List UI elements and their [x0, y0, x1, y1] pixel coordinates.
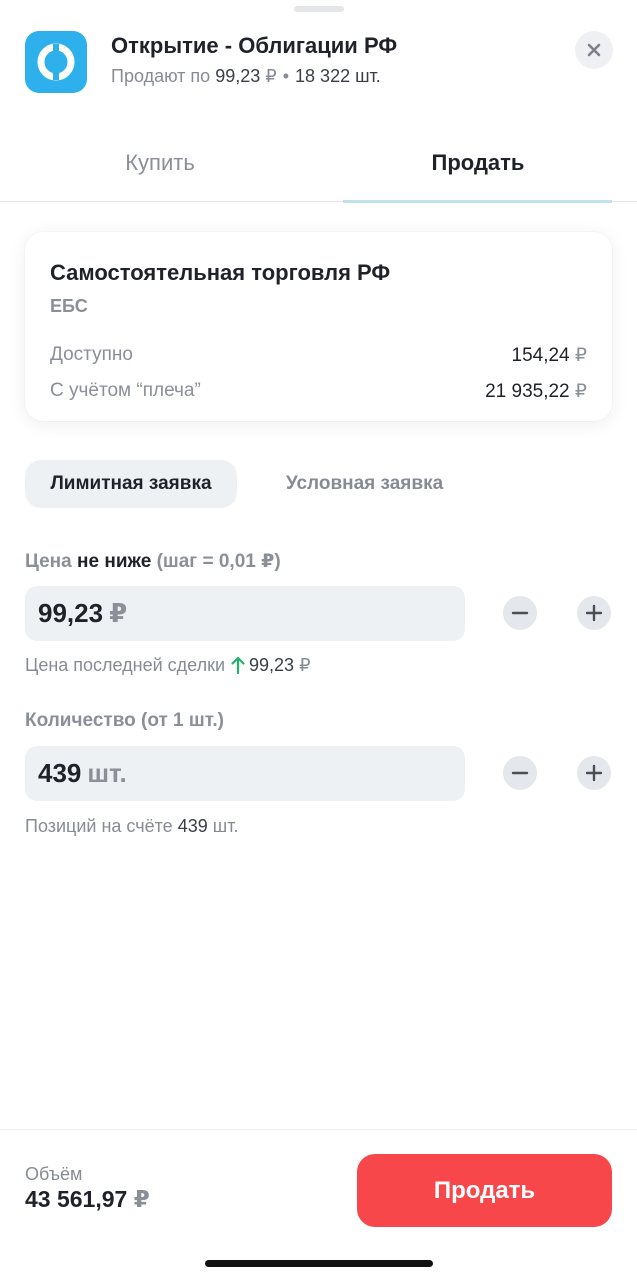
sell-button[interactable]: Продать — [357, 1154, 612, 1227]
quantity-input-value: 439 — [38, 758, 82, 788]
price-label-strong: не ниже — [77, 551, 152, 572]
price-label: Цена не ниже (шаг = 0,01 ₽) — [25, 550, 281, 573]
trade-tabs: Купить Продать — [0, 130, 637, 203]
tab-sell[interactable]: Продать — [343, 130, 613, 202]
volume-label: Объём — [25, 1164, 83, 1184]
otkritie-logo-icon — [25, 31, 87, 93]
close-icon — [587, 43, 601, 57]
quantity-decrease-button[interactable] — [503, 756, 537, 790]
leverage-row: С учётом “плеча” 21 935,22 ₽ — [50, 380, 587, 402]
available-label: Доступно — [50, 344, 133, 365]
offer-quantity: 18 322 шт. — [295, 66, 381, 86]
plus-icon — [585, 604, 603, 622]
volume-currency: ₽ — [133, 1186, 150, 1212]
quantity-label: Количество (от 1 шт.) — [25, 710, 224, 731]
positions-hint: Позиций на счёте 439 шт. — [25, 816, 238, 837]
last-trade-value: 99,23 — [249, 655, 295, 675]
price-input[interactable]: 99,23 ₽ — [25, 586, 465, 641]
order-footer: Объём 43 561,97 ₽ Продать — [0, 1130, 637, 1280]
price-label-step: (шаг = 0,01 ₽) — [156, 551, 281, 572]
active-tab-indicator — [343, 200, 612, 203]
minus-icon — [511, 771, 529, 775]
price-increase-button[interactable] — [577, 596, 611, 630]
instrument-subtitle: Продают по 99,23 ₽ • 18 322 шт. — [111, 66, 381, 87]
available-value: 154,24 — [511, 345, 570, 366]
account-subtitle: ЕБС — [50, 296, 88, 316]
quantity-increase-button[interactable] — [577, 756, 611, 790]
leverage-currency: ₽ — [574, 381, 587, 402]
offer-price: 99,23 — [215, 66, 261, 86]
volume-value: 43 561,97 — [25, 1186, 128, 1212]
instrument-title: Открытие - Облигации РФ — [111, 33, 398, 58]
available-row: Доступно 154,24 ₽ — [50, 344, 587, 366]
instrument-header: Открытие - Облигации РФ Продают по 99,23… — [0, 0, 637, 120]
positions-label: Позиций на счёте — [25, 816, 173, 836]
leverage-label: С учётом “плеча” — [50, 380, 201, 401]
price-input-unit: ₽ — [109, 598, 128, 628]
leverage-value-wrap: 21 935,22 ₽ — [485, 380, 587, 403]
home-indicator — [205, 1260, 433, 1267]
minus-icon — [511, 611, 529, 615]
quantity-input[interactable]: 439 шт. — [25, 746, 465, 801]
last-trade-label: Цена последней сделки — [25, 655, 226, 675]
conditional-order-tab[interactable]: Условная заявка — [262, 460, 467, 508]
price-label-prefix: Цена — [25, 551, 72, 572]
arrow-up-icon — [231, 656, 245, 679]
available-currency: ₽ — [574, 345, 587, 366]
offer-price-currency: ₽ — [265, 66, 277, 86]
plus-icon — [585, 764, 603, 782]
limit-order-tab[interactable]: Лимитная заявка — [25, 460, 237, 508]
volume-value-wrap: 43 561,97 ₽ — [25, 1186, 150, 1213]
separator-dot: • — [282, 66, 290, 86]
leverage-value: 21 935,22 — [485, 381, 570, 402]
positions-value: 439 — [177, 816, 208, 836]
last-trade-unit: ₽ — [299, 655, 311, 675]
positions-unit: шт. — [212, 816, 239, 836]
subtitle-prefix: Продают по — [111, 66, 211, 86]
last-trade-hint: Цена последней сделки 99,23 ₽ — [25, 655, 311, 679]
quantity-input-unit: шт. — [87, 758, 127, 788]
price-input-value: 99,23 — [38, 598, 104, 628]
close-button[interactable] — [575, 31, 613, 69]
account-card[interactable]: Самостоятельная торговля РФ ЕБС Доступно… — [25, 232, 612, 421]
account-title: Самостоятельная торговля РФ — [50, 260, 391, 285]
tab-buy[interactable]: Купить — [25, 130, 295, 202]
available-value-wrap: 154,24 ₽ — [512, 344, 588, 367]
price-decrease-button[interactable] — [503, 596, 537, 630]
